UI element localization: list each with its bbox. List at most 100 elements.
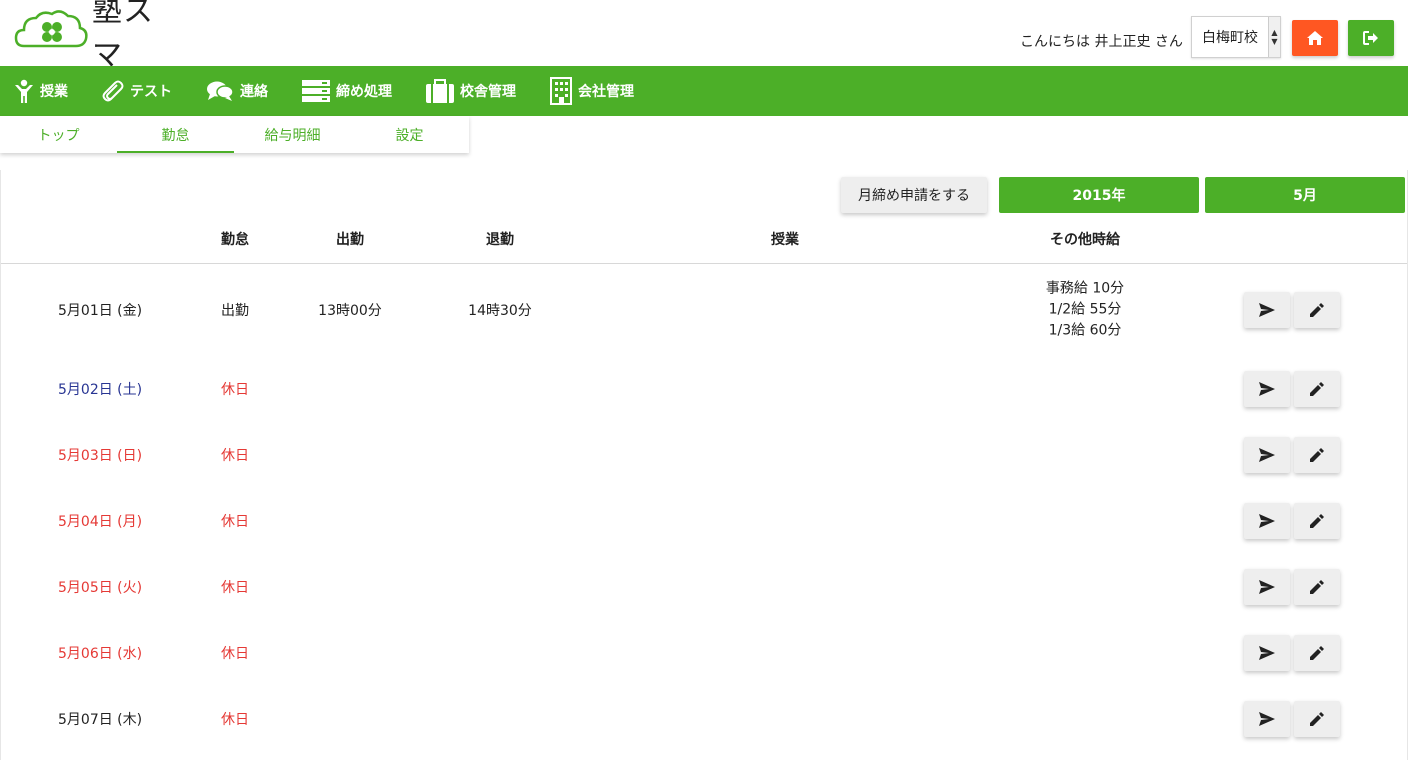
nav-item-closing[interactable]: 締め処理 (302, 66, 392, 116)
column-header-lesson: 授業 (771, 232, 799, 248)
select-arrow-icon: ▲ ▼ (1268, 17, 1280, 57)
nav-label-company-management: 会社管理 (578, 84, 634, 100)
pencil-icon (1310, 514, 1324, 528)
building-icon (550, 77, 572, 105)
row-end-time: 14時30分 (468, 303, 532, 319)
pencil-icon (1310, 646, 1324, 660)
pencil-icon (1310, 580, 1324, 594)
send-icon (1259, 580, 1275, 594)
table-row: 5月06日 (水) 休日 (1, 620, 1407, 686)
tab-attendance[interactable]: 勤怠 (117, 116, 234, 153)
send-icon (1259, 303, 1275, 317)
row-date: 5月07日 (木) (58, 712, 143, 728)
column-header-end: 退勤 (486, 232, 514, 248)
logout-button[interactable] (1348, 20, 1394, 56)
send-button[interactable] (1244, 635, 1290, 671)
tab-settings[interactable]: 設定 (351, 116, 468, 153)
row-status: 出勤 (221, 303, 249, 319)
person-icon (15, 79, 33, 103)
clover-cloud-icon (14, 10, 88, 48)
nav-item-school-management[interactable]: 校舎管理 (426, 66, 516, 116)
header-divider (1, 263, 1407, 264)
send-icon (1259, 448, 1275, 462)
edit-button[interactable] (1294, 635, 1340, 671)
user-greeting: こんにちは 井上正史 さん (1020, 34, 1183, 50)
main-nav: 授業 テスト 連絡 締め処理 校舎管理 会社管理 (0, 66, 1408, 116)
edit-button[interactable] (1294, 503, 1340, 539)
table-row: 5月02日 (土) 休日 (1, 356, 1407, 422)
row-date: 5月03日 (日) (58, 448, 143, 464)
nav-label-tests: テスト (130, 84, 172, 100)
edit-button[interactable] (1294, 569, 1340, 605)
table-row: 5月04日 (月) 休日 (1, 488, 1407, 554)
edit-button[interactable] (1294, 701, 1340, 737)
row-status: 休日 (221, 646, 249, 662)
nav-label-closing: 締め処理 (336, 84, 392, 100)
chat-icon (207, 81, 234, 101)
attendance-card: 月締め申請をする 2015年 5月 勤怠 出勤 退勤 授業 その他時給 5月01… (0, 170, 1408, 760)
send-icon (1259, 514, 1275, 528)
tab-top[interactable]: トップ (0, 116, 117, 153)
row-date: 5月04日 (月) (58, 514, 143, 530)
tab-label: 勤怠 (161, 127, 190, 144)
table-row: 5月03日 (日) 休日 (1, 422, 1407, 488)
column-header-start: 出勤 (336, 232, 364, 248)
school-select[interactable]: 白梅町校 ▲ ▼ (1191, 16, 1281, 58)
other-pay-line: 1/3給 60分 (1048, 322, 1122, 339)
other-pay-line: 1/2給 55分 (1048, 301, 1122, 318)
tab-payslip[interactable]: 給与明細 (234, 116, 351, 153)
send-button[interactable] (1244, 503, 1290, 539)
nav-item-lessons[interactable]: 授業 (14, 66, 68, 116)
other-pay-line: 事務給 10分 (1045, 280, 1125, 297)
table-row: 5月07日 (木) 休日 (1, 686, 1407, 752)
home-icon (1307, 31, 1323, 45)
table-row: 5月05日 (火) 休日 (1, 554, 1407, 620)
send-icon (1259, 382, 1275, 396)
briefcase-icon (426, 79, 454, 103)
row-start-time: 13時00分 (318, 303, 382, 319)
school-select-value: 白梅町校 (1202, 30, 1258, 46)
row-date: 5月01日 (金) (58, 303, 143, 319)
row-status: 休日 (221, 580, 249, 596)
send-button[interactable] (1244, 371, 1290, 407)
tab-label: 設定 (395, 127, 424, 144)
pencil-icon (1310, 382, 1324, 396)
sign-out-icon (1363, 31, 1378, 45)
column-header-status: 勤怠 (221, 232, 249, 248)
send-button[interactable] (1244, 569, 1290, 605)
send-button[interactable] (1244, 292, 1290, 328)
pencil-icon (1310, 448, 1324, 462)
year-button[interactable]: 2015年 (999, 177, 1199, 213)
table-row: 5月01日 (金) 出勤 13時00分 14時30分 事務給 10分 1/2給 55分 1/… (1, 270, 1407, 350)
app-logo[interactable]: 塾スマ (14, 0, 184, 73)
home-button[interactable] (1292, 20, 1338, 56)
send-button[interactable] (1244, 701, 1290, 737)
pencil-icon (1310, 303, 1324, 317)
row-date: 5月02日 (土) (58, 382, 143, 398)
row-status: 休日 (221, 712, 249, 728)
app-logo-text: 塾スマ (91, 0, 154, 73)
nav-label-lessons: 授業 (40, 84, 68, 100)
tab-label: トップ (37, 127, 80, 144)
column-header-other-pay: その他時給 (1050, 232, 1120, 248)
sub-tabs: トップ 勤怠 給与明細 設定 (0, 116, 469, 153)
nav-item-contact[interactable]: 連絡 (206, 66, 268, 116)
row-status: 休日 (221, 382, 249, 398)
row-status: 休日 (221, 448, 249, 464)
pencil-icon (1310, 712, 1324, 726)
tab-label: 給与明細 (264, 127, 321, 144)
nav-item-tests[interactable]: テスト (102, 66, 172, 116)
nav-label-school-management: 校舎管理 (460, 84, 516, 100)
row-other-pay: 事務給 10分 1/2給 55分 1/3給 60分 (1046, 279, 1124, 342)
month-button[interactable]: 5月 (1205, 177, 1405, 213)
nav-label-contact: 連絡 (240, 84, 268, 100)
edit-button[interactable] (1294, 292, 1340, 328)
send-button[interactable] (1244, 437, 1290, 473)
nav-item-company-management[interactable]: 会社管理 (550, 66, 634, 116)
server-icon (302, 80, 330, 102)
edit-button[interactable] (1294, 371, 1340, 407)
app-header: 塾スマ こんにちは 井上正史 さん 白梅町校 ▲ ▼ (0, 0, 1408, 73)
close-month-button[interactable]: 月締め申請をする (841, 177, 987, 213)
row-date: 5月06日 (水) (58, 646, 143, 662)
edit-button[interactable] (1294, 437, 1340, 473)
